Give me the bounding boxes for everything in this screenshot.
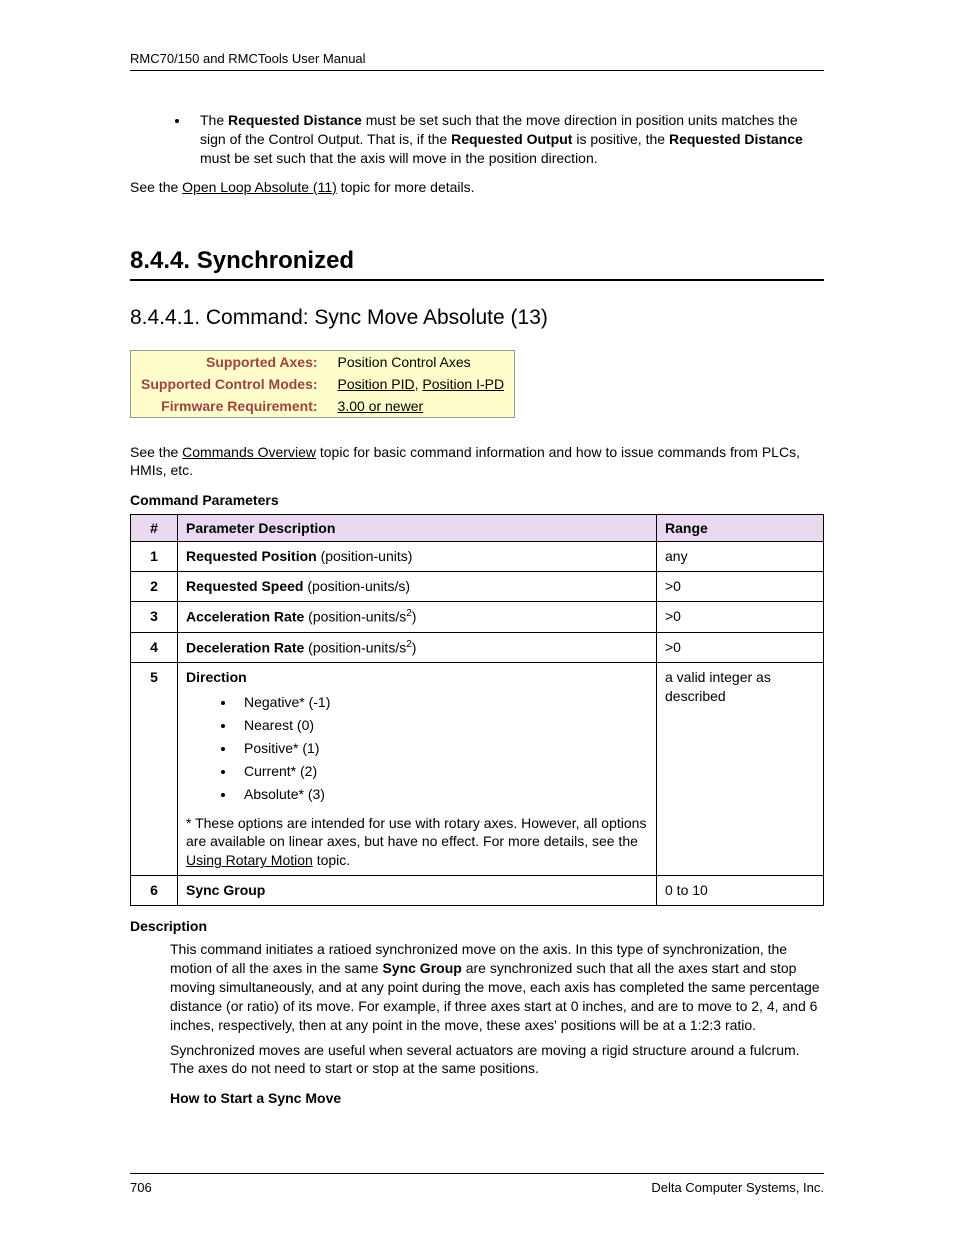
- row-range: >0: [657, 632, 824, 663]
- param-units: ): [412, 639, 417, 655]
- list-item: Positive* (1): [236, 739, 648, 758]
- list-item: Absolute* (3): [236, 785, 648, 804]
- text-bold: Requested Distance: [228, 112, 362, 128]
- param-name: Requested Position: [186, 548, 317, 564]
- position-ipd-link[interactable]: Position I-PD: [422, 376, 504, 392]
- info-value: Position Control Axes: [328, 350, 515, 373]
- row-desc: Acceleration Rate (position-units/s2): [178, 602, 657, 633]
- param-units: (position-units/s: [304, 609, 406, 625]
- page-header: RMC70/150 and RMCTools User Manual: [130, 50, 824, 71]
- row-range: a valid integer as described: [657, 663, 824, 876]
- row-desc: Sync Group: [178, 876, 657, 906]
- row-num: 2: [131, 572, 178, 602]
- description-para: This command initiates a ratioed synchro…: [170, 940, 824, 1034]
- param-units: (position-units/s: [304, 639, 406, 655]
- position-pid-link[interactable]: Position PID: [338, 376, 415, 392]
- commands-overview-link[interactable]: Commands Overview: [182, 444, 316, 460]
- text-bold: Requested Output: [451, 131, 572, 147]
- list-item: Current* (2): [236, 762, 648, 781]
- list-item: Nearest (0): [236, 716, 648, 735]
- param-name: Deceleration Rate: [186, 639, 304, 655]
- row-range: >0: [657, 602, 824, 633]
- description-para: Synchronized moves are useful when sever…: [170, 1041, 824, 1079]
- text: topic.: [313, 852, 350, 868]
- col-range-header: Range: [657, 515, 824, 542]
- param-name: Requested Speed: [186, 578, 303, 594]
- text: topic for more details.: [337, 179, 475, 195]
- howto-heading: How to Start a Sync Move: [170, 1090, 824, 1106]
- text: is positive, the: [572, 131, 669, 147]
- text-bold: Sync Group: [382, 960, 461, 976]
- see-also-para: See the Open Loop Absolute (11) topic fo…: [130, 178, 824, 197]
- row-desc: Requested Position (position-units): [178, 542, 657, 572]
- see-commands-para: See the Commands Overview topic for basi…: [130, 443, 824, 481]
- table-row: 2 Requested Speed (position-units/s) >0: [131, 572, 824, 602]
- table-row: 6 Sync Group 0 to 10: [131, 876, 824, 906]
- firmware-link[interactable]: 3.00 or newer: [338, 398, 424, 414]
- page-number: 706: [130, 1180, 152, 1195]
- row-range: any: [657, 542, 824, 572]
- row-num: 6: [131, 876, 178, 906]
- row-desc: Requested Speed (position-units/s): [178, 572, 657, 602]
- info-value: Position PID, Position I-PD: [328, 373, 515, 395]
- table-row: 5 Direction Negative* (-1) Nearest (0) P…: [131, 663, 824, 876]
- direction-list: Negative* (-1) Nearest (0) Positive* (1)…: [186, 693, 648, 803]
- using-rotary-motion-link[interactable]: Using Rotary Motion: [186, 852, 313, 868]
- open-loop-absolute-link[interactable]: Open Loop Absolute (11): [182, 179, 337, 195]
- intro-bullet: The Requested Distance must be set such …: [190, 111, 824, 168]
- description-heading: Description: [130, 918, 824, 934]
- text: must be set such that the axis will move…: [200, 150, 598, 166]
- text: * These options are intended for use wit…: [186, 815, 646, 850]
- footer-company: Delta Computer Systems, Inc.: [651, 1180, 824, 1195]
- intro-bullet-list: The Requested Distance must be set such …: [130, 111, 824, 168]
- param-name: Acceleration Rate: [186, 609, 304, 625]
- text: See the: [130, 444, 182, 460]
- table-row: 3 Acceleration Rate (position-units/s2) …: [131, 602, 824, 633]
- param-name: Sync Group: [186, 882, 265, 898]
- text: The: [200, 112, 228, 128]
- text: See the: [130, 179, 182, 195]
- param-units: ): [412, 609, 417, 625]
- header-text: RMC70/150 and RMCTools User Manual: [130, 51, 366, 66]
- param-units: (position-units/s): [303, 578, 410, 594]
- section-heading: 8.4.4. Synchronized: [130, 247, 824, 281]
- row-range: >0: [657, 572, 824, 602]
- direction-note: * These options are intended for use wit…: [186, 814, 648, 871]
- col-desc-header: Parameter Description: [178, 515, 657, 542]
- row-num: 3: [131, 602, 178, 633]
- param-name: Direction: [186, 669, 247, 685]
- text-bold: Requested Distance: [669, 131, 803, 147]
- info-label: Supported Control Modes:: [131, 373, 328, 395]
- info-value: 3.00 or newer: [328, 395, 515, 418]
- info-label: Firmware Requirement:: [131, 395, 328, 418]
- row-num: 5: [131, 663, 178, 876]
- row-desc: Direction Negative* (-1) Nearest (0) Pos…: [178, 663, 657, 876]
- page-footer: 706 Delta Computer Systems, Inc.: [130, 1173, 824, 1195]
- parameters-table: # Parameter Description Range 1 Requeste…: [130, 514, 824, 906]
- info-box: Supported Axes: Position Control Axes Su…: [130, 350, 515, 418]
- table-row: 4 Deceleration Rate (position-units/s2) …: [131, 632, 824, 663]
- info-label: Supported Axes:: [131, 350, 328, 373]
- col-num-header: #: [131, 515, 178, 542]
- row-desc: Deceleration Rate (position-units/s2): [178, 632, 657, 663]
- row-range: 0 to 10: [657, 876, 824, 906]
- row-num: 1: [131, 542, 178, 572]
- subsection-heading: 8.4.4.1. Command: Sync Move Absolute (13…: [130, 306, 824, 330]
- row-num: 4: [131, 632, 178, 663]
- list-item: Negative* (-1): [236, 693, 648, 712]
- param-units: (position-units): [317, 548, 413, 564]
- table-row: 1 Requested Position (position-units) an…: [131, 542, 824, 572]
- command-parameters-heading: Command Parameters: [130, 492, 824, 508]
